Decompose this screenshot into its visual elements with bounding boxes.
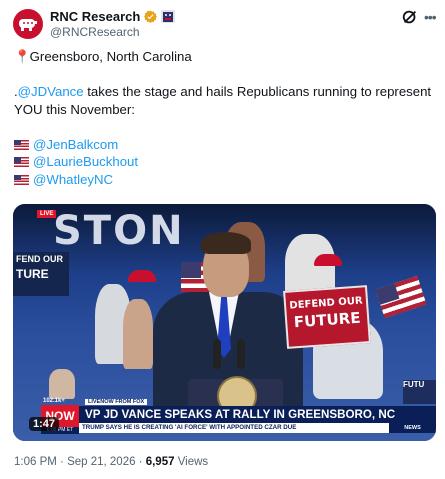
intro-line-2: YOU this November: [14,101,135,117]
gop-elephant-icon [19,19,37,31]
defend-sign: DEFEND OUR FUTURE [283,285,371,349]
post-date[interactable]: Sep 21, 2026 [67,456,135,468]
author-handle[interactable]: @RNCResearch [50,25,140,39]
right-sign: FUTU [403,380,436,404]
meta-separator: · [135,456,146,468]
left-sign-line1: FEND OUR [16,254,63,264]
name-row: RNC Research [50,9,176,24]
views-label: Views [174,456,209,468]
video-player[interactable]: STON FEND OUR TURE DEFEND OUR FUTURE FUT… [13,204,436,441]
crowd-figure [49,369,75,399]
mention-jdvance[interactable]: @JDVance [18,84,84,99]
temperature-tag: 102.1k+ [43,398,65,404]
speaker-hair [201,232,251,254]
us-flag-icon [14,174,29,185]
crowd-figure [123,299,153,369]
verified-badge-icon[interactable] [144,10,158,23]
crowd-hat [314,254,342,266]
mention-candidate[interactable]: @LaurieBuckhout [33,154,138,169]
defend-sign-line2: FUTURE [293,308,362,332]
more-icon[interactable]: ••• [424,10,440,24]
tweet-card: RNC Research @RNCResearch ••• 📍 Greensbo… [0,0,445,479]
video-duration: 1:47 [29,417,60,431]
mention-candidate[interactable]: @WhatleyNC [33,172,113,187]
grok-icon[interactable] [401,8,419,26]
meta-separator: · [56,456,68,468]
post-meta: 1:06 PM · Sep 21, 2026 · 6,957 Views [14,456,208,468]
affiliate-badge-icon[interactable] [161,10,176,23]
candidate-line: @JenBalkcom [14,136,434,154]
chyron-headline: VP JD VANCE SPEAKS AT RALLY IN GREENSBOR… [79,406,436,423]
left-sign: FEND OUR TURE [13,252,69,296]
us-flag-icon [14,157,29,167]
location-line: 📍 Greensboro, North Carolina [14,48,434,66]
news-ticker: TRUMP SAYS HE IS CREATING 'AI FORCE' WIT… [79,423,436,433]
views-count[interactable]: 6,957 [146,456,175,468]
intro-line: .@JDVance takes the stage and hails Repu… [14,83,434,101]
source-tag: LIVENOW FROM FOX [85,399,148,405]
location-text: Greensboro, North Carolina [29,49,192,64]
intro-rest: takes the stage and hails Republicans ru… [83,84,432,99]
stage-sign: STON [53,208,185,254]
candidate-line: @LaurieBuckhout [14,153,434,171]
microphone [237,339,245,369]
candidate-line: @WhatleyNC [14,171,434,189]
crowd-hat [128,270,156,282]
us-flag-icon [14,139,29,150]
post-text: 📍 Greensboro, North Carolina .@JDVance t… [14,48,434,188]
post-time[interactable]: 1:06 PM [14,456,57,468]
microphone [213,339,221,369]
display-name[interactable]: RNC Research [50,9,140,24]
news-tag: NEWS [389,423,436,433]
avatar[interactable] [13,9,43,39]
live-badge: LIVE [37,210,57,218]
mention-candidate[interactable]: @JenBalkcom [33,137,118,152]
pin-icon: 📍 [14,49,31,64]
left-sign-line2: TURE [16,267,49,281]
